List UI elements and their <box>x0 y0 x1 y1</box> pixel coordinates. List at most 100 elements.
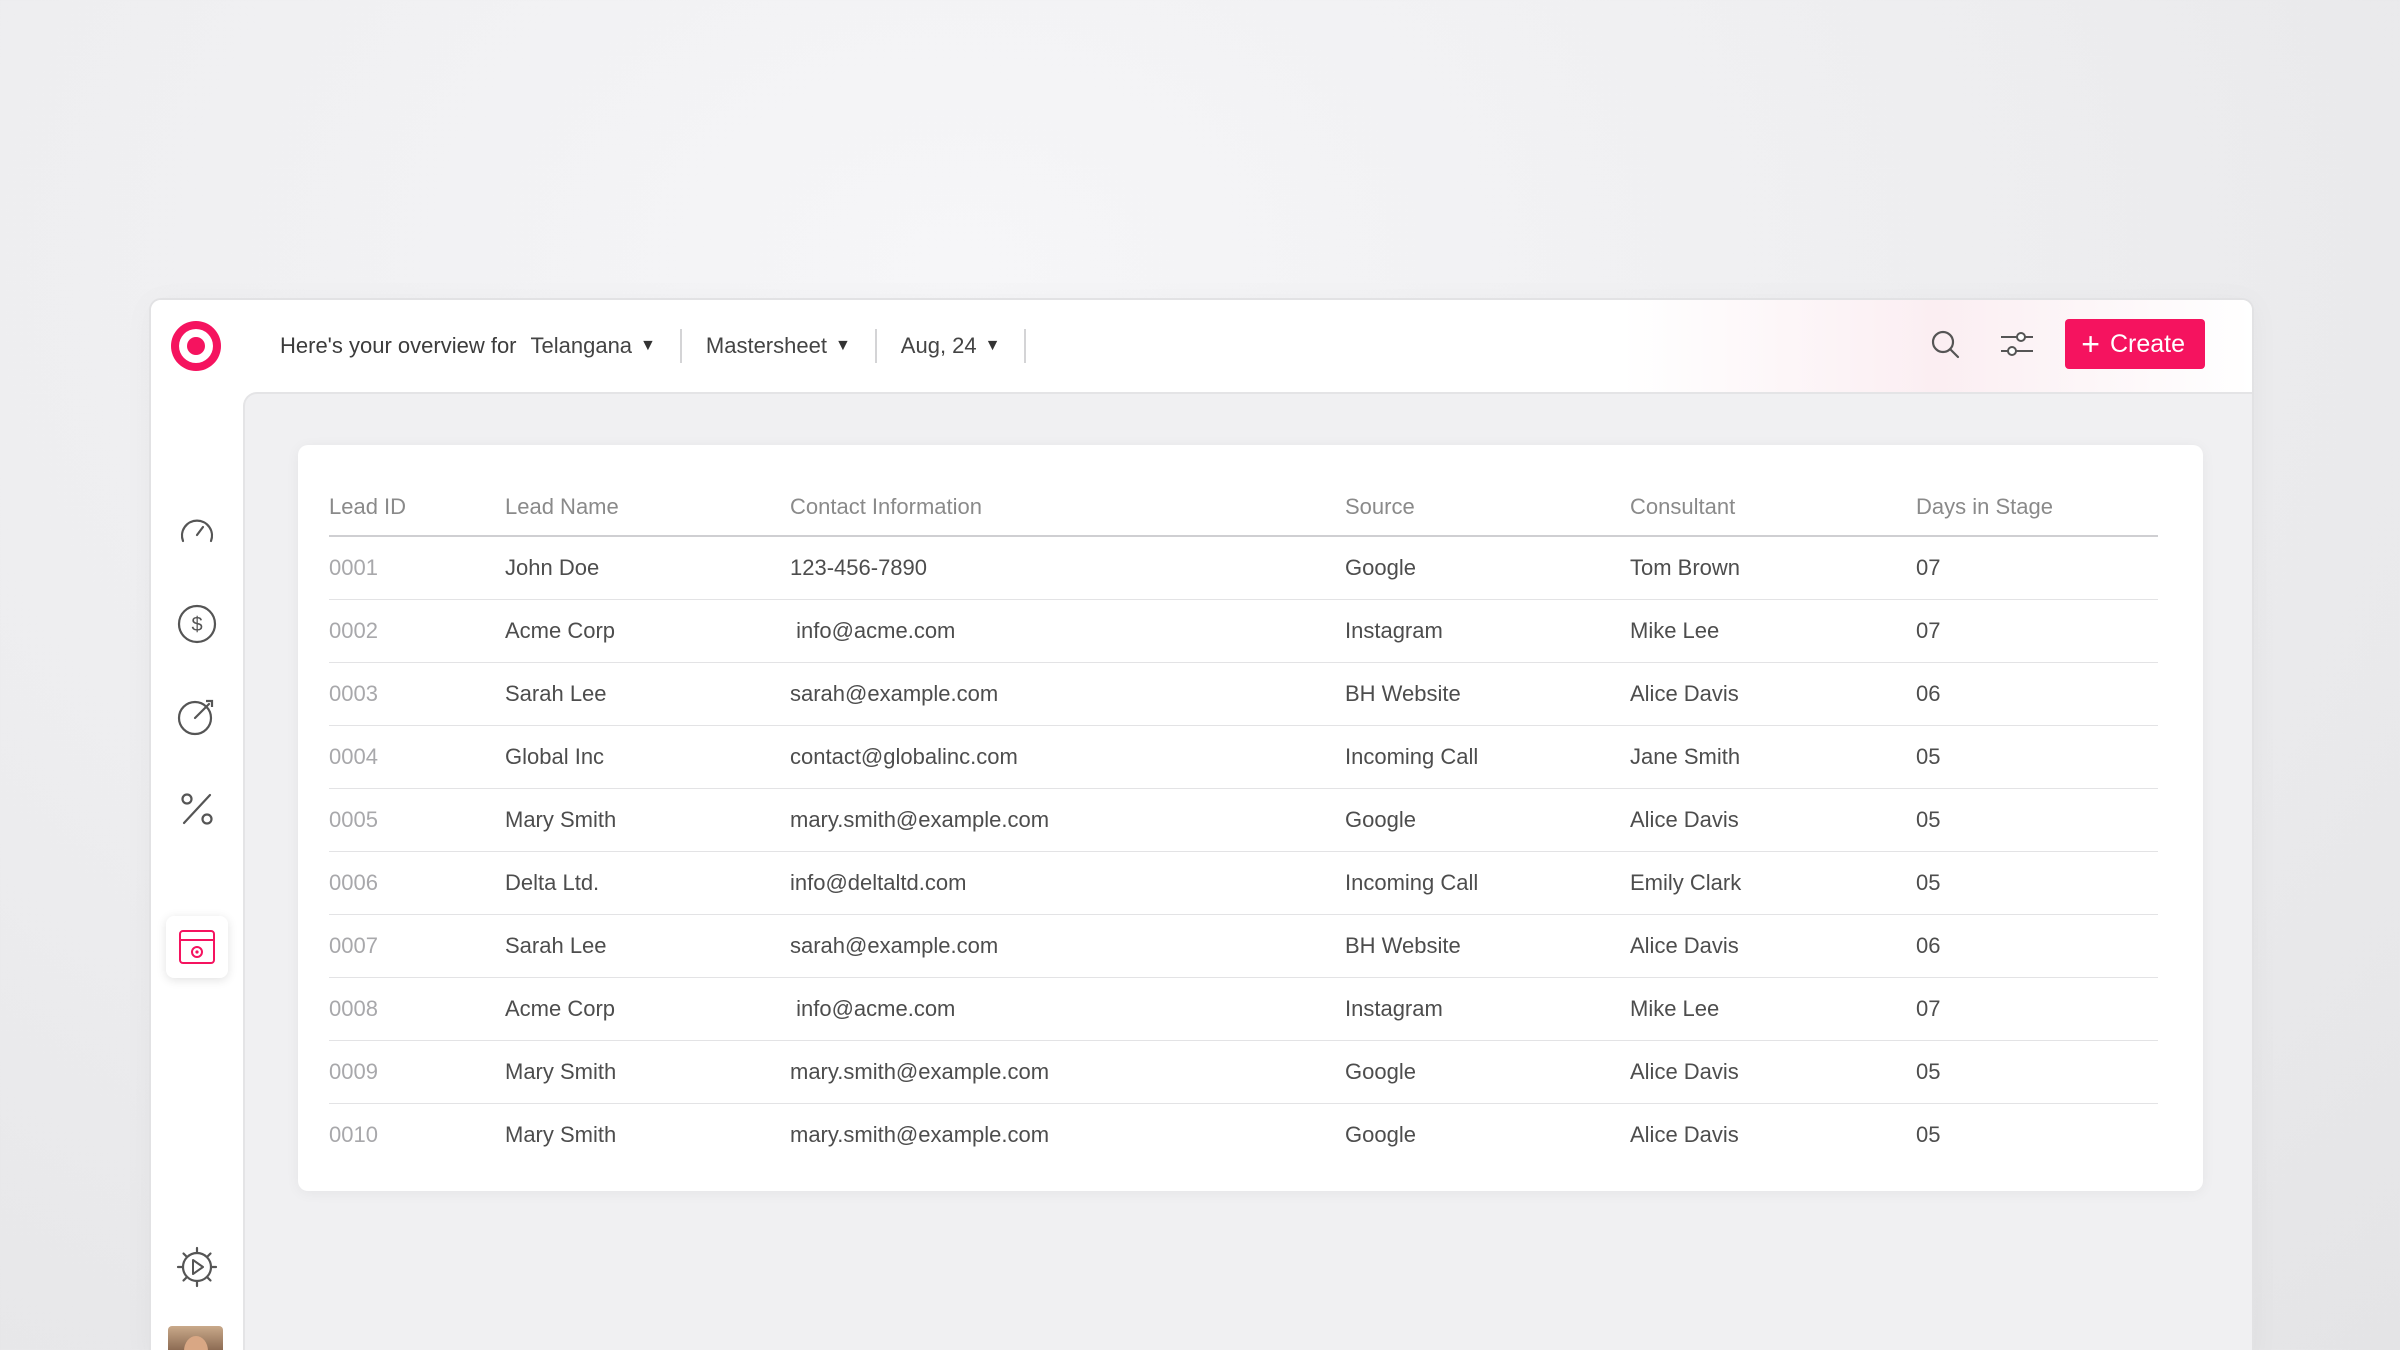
sidebar-item-discounts[interactable] <box>166 778 228 840</box>
sidebar-item-dashboard[interactable] <box>166 501 228 563</box>
lead-id-cell: 0004 <box>329 725 505 789</box>
filter-button[interactable] <box>1993 320 2041 368</box>
consultant-cell: Jane Smith <box>1630 725 1916 789</box>
days-in-stage-cell: 05 <box>1916 788 2158 852</box>
source-cell: Incoming Call <box>1345 725 1630 789</box>
contact-info-cell: info@deltaltd.com <box>790 851 1345 915</box>
consultant-cell: Alice Davis <box>1630 1121 1739 1147</box>
top-bar: Here's your overview for Telangana ▼ Mas… <box>151 300 2252 392</box>
lead-name-cell: Global Inc <box>505 725 790 789</box>
source-cell: Google <box>1345 536 1630 600</box>
caret-down-icon: ▼ <box>834 337 851 354</box>
lead-id-cell: 0006 <box>329 851 505 915</box>
create-label: Create <box>2109 329 2185 358</box>
table-header-row: Lead ID Lead Name Contact Information So… <box>329 478 2158 537</box>
table-row[interactable]: 0005 Mary Smith mary.smith@example.com Goog… <box>329 788 2158 852</box>
calendar-icon <box>179 930 215 964</box>
divider <box>679 329 682 363</box>
table-row[interactable]: 0009 Mary Smith mary.smith@example.com Goog… <box>329 1040 2158 1104</box>
region-value: Telangana <box>530 333 633 358</box>
region-dropdown[interactable]: Telangana ▼ <box>531 333 656 359</box>
lead-id-cell: 0001 <box>329 536 505 600</box>
table-row[interactable]: 0003 Sarah Lee sarah@example.com BH Website… <box>329 662 2158 726</box>
contact-info-cell: 123-456-7890 <box>790 536 1345 600</box>
contact-info-cell: mary.smith@example.com <box>790 1040 1345 1104</box>
sidebar: $ <box>151 392 243 1350</box>
column-header[interactable]: Consultant <box>1630 478 1916 537</box>
table-row[interactable]: 0002 Acme Corp info@acme.com Instagram Mike… <box>329 599 2158 663</box>
date-dropdown[interactable]: Aug, 24 ▼ <box>901 333 1001 359</box>
lead-name-cell: John Doe <box>505 536 790 600</box>
app-window: Here's your overview for Telangana ▼ Mas… <box>149 298 2254 1350</box>
date-value: Aug, 24 <box>900 333 977 358</box>
source-cell: Instagram <box>1345 599 1630 663</box>
contact-info-cell: info@acme.com <box>790 599 1345 663</box>
table-row[interactable]: 0008 Acme Corp info@acme.com Instagram Mike… <box>329 977 2158 1041</box>
lead-name-cell: Delta Ltd. <box>505 851 790 915</box>
days-in-stage-cell: 07 <box>1916 599 2158 663</box>
sliders-icon <box>2001 332 2034 356</box>
sidebar-item-calendar[interactable] <box>166 916 228 978</box>
days-in-stage-cell: 06 <box>1916 914 2158 978</box>
overview-prefix: Here's your overview for <box>280 333 517 358</box>
lead-name-cell: Sarah Lee <box>505 914 790 978</box>
table-row[interactable]: 0007 Sarah Lee sarah@example.com BH Website… <box>329 914 2158 978</box>
lead-name-cell: Mary Smith <box>505 1121 617 1147</box>
avatar[interactable] <box>168 1326 223 1350</box>
days-in-stage-cell: 07 <box>1916 536 2158 600</box>
lead-name-cell: Acme Corp <box>505 977 790 1041</box>
sheet-value: Mastersheet <box>705 333 827 358</box>
source-cell: Google <box>1345 1121 1416 1147</box>
column-header[interactable]: Lead ID <box>329 478 505 537</box>
sidebar-item-finance[interactable]: $ <box>166 593 228 655</box>
contact-info-cell: mary.smith@example.com <box>790 788 1345 852</box>
table-row[interactable]: 0004 Global Inc contact@globalinc.com Incom… <box>329 725 2158 789</box>
lead-id-cell: 0007 <box>329 914 505 978</box>
days-in-stage-cell: 06 <box>1916 662 2158 726</box>
lead-id-cell: 0010 <box>329 1121 378 1147</box>
source-cell: Incoming Call <box>1345 851 1630 915</box>
create-button[interactable]: + Create <box>2065 319 2205 369</box>
settings-button[interactable] <box>166 1236 228 1298</box>
overview-filters: Here's your overview for Telangana ▼ Mas… <box>280 300 1050 392</box>
brand-logo[interactable] <box>171 321 221 371</box>
divider <box>874 329 877 363</box>
percent-icon <box>181 793 213 825</box>
leads-card: Lead ID Lead Name Contact Information So… <box>298 445 2203 1191</box>
lead-id-cell: 0008 <box>329 977 505 1041</box>
column-header[interactable]: Source <box>1345 478 1630 537</box>
table-row[interactable]: 0001 John Doe 123-456-7890 Google Tom Brown 0… <box>329 536 2158 600</box>
search-icon <box>1932 330 1960 359</box>
main-content: Lead ID Lead Name Contact Information So… <box>243 392 2252 1350</box>
lead-id-cell: 0003 <box>329 662 505 726</box>
table-row[interactable]: 0010 Mary Smith mary.smith@example.com Goog… <box>329 1103 2158 1166</box>
lead-name-cell: Acme Corp <box>505 599 790 663</box>
contact-info-cell: mary.smith@example.com <box>790 1121 1050 1147</box>
days-in-stage-cell: 05 <box>1916 725 2158 789</box>
dollar-icon: $ <box>177 604 217 644</box>
column-header[interactable]: Lead Name <box>505 478 790 537</box>
consultant-cell: Alice Davis <box>1630 1040 1916 1104</box>
source-cell: Google <box>1345 1040 1630 1104</box>
days-in-stage-cell: 05 <box>1916 851 2158 915</box>
column-header[interactable]: Days in Stage <box>1916 478 2158 537</box>
column-header[interactable]: Contact Information <box>790 478 1345 537</box>
caret-down-icon: ▼ <box>640 337 656 354</box>
speedometer-icon <box>180 519 214 543</box>
consultant-cell: Mike Lee <box>1630 599 1916 663</box>
divider <box>1024 329 1027 363</box>
lead-name-cell: Sarah Lee <box>505 662 790 726</box>
table-row[interactable]: 0006 Delta Ltd. info@deltaltd.com Incoming … <box>329 851 2158 915</box>
svg-text:$: $ <box>191 614 202 636</box>
leads-table: Lead ID Lead Name Contact Information So… <box>329 478 2158 1166</box>
contact-info-cell: contact@globalinc.com <box>790 725 1345 789</box>
plus-icon: + <box>2081 326 2100 362</box>
caret-down-icon: ▼ <box>984 337 1001 354</box>
sheet-dropdown[interactable]: Mastersheet ▼ <box>706 333 851 359</box>
consultant-cell: Mike Lee <box>1630 977 1916 1041</box>
sidebar-item-targets[interactable] <box>166 685 228 747</box>
search-button[interactable] <box>1921 320 1969 368</box>
consultant-cell: Emily Clark <box>1630 851 1916 915</box>
source-cell: BH Website <box>1345 914 1630 978</box>
consultant-cell: Alice Davis <box>1630 788 1916 852</box>
